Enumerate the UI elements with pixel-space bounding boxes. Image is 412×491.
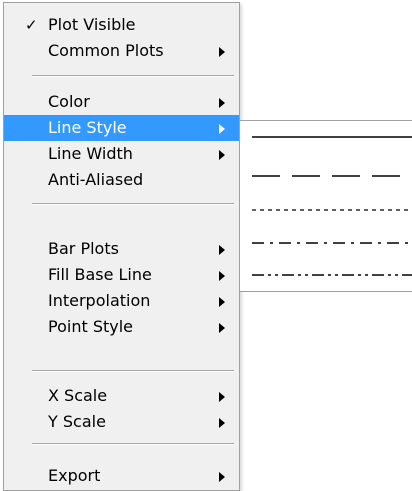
menu-group-plot: ✓ Plot Visible Common Plots: [4, 12, 239, 64]
menu-item-line-style[interactable]: Line Style: [4, 115, 239, 141]
menu-group-export: Export: [4, 463, 239, 489]
plot-context-menu: ✓ Plot Visible Common Plots Color Line S…: [3, 2, 240, 491]
menu-item-label: Interpolation: [48, 291, 151, 310]
menu-item-label: Line Width: [48, 144, 133, 163]
menu-item-label: Common Plots: [48, 41, 164, 60]
menu-item-bar-plots[interactable]: Bar Plots: [4, 236, 239, 262]
menu-item-label: Export: [48, 466, 101, 485]
menu-item-label: Fill Base Line: [48, 265, 152, 284]
menu-item-y-scale[interactable]: Y Scale: [4, 409, 239, 435]
menu-item-line-width[interactable]: Line Width: [4, 141, 239, 167]
menu-item-interpolation[interactable]: Interpolation: [4, 288, 239, 314]
menu-item-label: Point Style: [48, 317, 133, 336]
menu-item-label: Color: [48, 92, 90, 111]
menu-item-x-scale[interactable]: X Scale: [4, 383, 239, 409]
submenu-arrow-icon: [219, 323, 225, 333]
line-style-option-dash-dot-dot[interactable]: [252, 265, 412, 285]
dotted-line-icon: [252, 209, 412, 211]
submenu-arrow-icon: [219, 271, 225, 281]
menu-item-export[interactable]: Export: [4, 463, 239, 489]
line-style-option-dash-dot[interactable]: [252, 233, 412, 253]
menu-item-label: Y Scale: [48, 412, 106, 431]
submenu-arrow-icon: [219, 245, 225, 255]
menu-separator: [32, 443, 234, 445]
menu-group-scale: X Scale Y Scale: [4, 383, 239, 435]
dashed-line-icon: [252, 175, 412, 177]
submenu-arrow-icon: [219, 472, 225, 482]
menu-item-plot-visible[interactable]: ✓ Plot Visible: [4, 12, 239, 38]
menu-separator: [32, 75, 234, 77]
line-style-option-dotted[interactable]: [252, 200, 412, 220]
submenu-arrow-icon: [219, 392, 225, 402]
solid-line-icon: [252, 136, 412, 138]
dash-dot-line-icon: [252, 242, 412, 244]
menu-separator: [32, 203, 234, 205]
menu-item-label: Anti-Aliased: [48, 170, 144, 189]
submenu-arrow-icon: [219, 124, 225, 134]
submenu-arrow-icon: [219, 98, 225, 108]
submenu-arrow-icon: [219, 418, 225, 428]
checkmark-icon: ✓: [25, 16, 38, 34]
submenu-arrow-icon: [219, 297, 225, 307]
line-style-option-dashed[interactable]: [252, 166, 412, 186]
line-style-submenu: [239, 120, 412, 292]
menu-item-common-plots[interactable]: Common Plots: [4, 38, 239, 64]
menu-item-label: Plot Visible: [48, 15, 136, 34]
menu-item-fill-base-line[interactable]: Fill Base Line: [4, 262, 239, 288]
menu-separator: [32, 370, 234, 372]
submenu-arrow-icon: [219, 47, 225, 57]
dash-dot-dot-line-icon: [252, 274, 412, 276]
menu-item-anti-aliased[interactable]: Anti-Aliased: [4, 167, 239, 193]
line-style-option-solid[interactable]: [252, 127, 412, 147]
menu-item-label: Bar Plots: [48, 239, 119, 258]
menu-item-point-style[interactable]: Point Style: [4, 314, 239, 340]
menu-item-label: Line Style: [48, 118, 127, 137]
menu-group-fill: Bar Plots Fill Base Line Interpolation P…: [4, 236, 239, 340]
submenu-arrow-icon: [219, 150, 225, 160]
menu-item-color[interactable]: Color: [4, 89, 239, 115]
menu-item-label: X Scale: [48, 386, 108, 405]
menu-group-line: Color Line Style Line Width Anti-Aliased: [4, 89, 239, 193]
